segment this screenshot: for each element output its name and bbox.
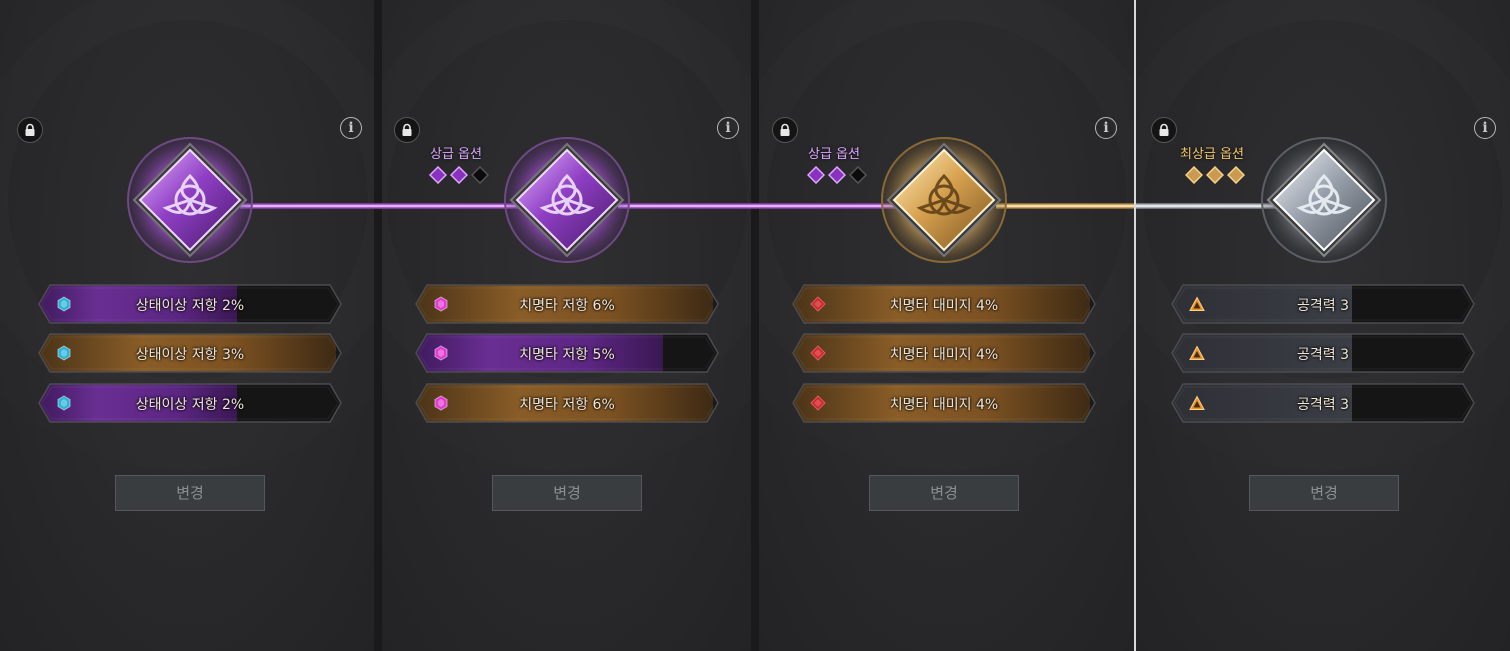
- stat-text: 치명타 저항 6%: [519, 298, 615, 314]
- change-button[interactable]: 변경: [869, 475, 1019, 511]
- lock-button[interactable]: [394, 117, 420, 143]
- stat-row[interactable]: 상태이상 저항 2%: [38, 383, 342, 423]
- grade-pip-filled: [1227, 166, 1245, 184]
- rune-emblem: [881, 137, 1007, 263]
- emblem-connector-silver: [1136, 200, 1276, 212]
- grade-pips: [807, 166, 867, 184]
- rune-emblem: [1261, 137, 1387, 263]
- stat-text: 치명타 저항 6%: [519, 397, 615, 413]
- emblem-connector-gold: [996, 200, 1134, 212]
- grade-label: 상급 옵션: [430, 147, 482, 162]
- panel-divider: [374, 0, 382, 651]
- grade-pip-filled: [450, 166, 468, 184]
- grade-pip-filled: [807, 166, 825, 184]
- grade-pip-filled: [828, 166, 846, 184]
- change-button[interactable]: 변경: [492, 475, 642, 511]
- option-panel-2: [382, 0, 752, 651]
- stat-row[interactable]: 상태이상 저항 2%: [38, 284, 342, 324]
- stat-text: 치명타 저항 5%: [519, 347, 615, 363]
- stat-text: 치명타 대미지 4%: [889, 298, 999, 314]
- info-button[interactable]: i: [1474, 117, 1496, 139]
- stat-row[interactable]: 치명타 대미지 4%: [792, 383, 1096, 423]
- grade-pip-filled: [1185, 166, 1203, 184]
- change-button[interactable]: 변경: [1249, 475, 1399, 511]
- lock-icon: [402, 123, 412, 136]
- grade-label: 상급 옵션: [808, 147, 860, 162]
- stat-text: 공격력 3: [1297, 347, 1349, 363]
- stat-row[interactable]: 공격력 3: [1171, 284, 1475, 324]
- grade-pips: [429, 166, 489, 184]
- stat-row[interactable]: 공격력 3: [1171, 383, 1475, 423]
- stat-row[interactable]: 치명타 대미지 4%: [792, 284, 1096, 324]
- grade-pip-filled: [1206, 166, 1224, 184]
- stat-row[interactable]: 상태이상 저항 3%: [38, 333, 342, 373]
- info-icon: i: [725, 120, 731, 136]
- grade-pip-empty: [849, 166, 867, 184]
- stat-row[interactable]: 치명타 저항 6%: [415, 284, 719, 324]
- info-icon: i: [1482, 120, 1488, 136]
- grade-pip-filled: [429, 166, 447, 184]
- stat-row[interactable]: 치명타 저항 5%: [415, 333, 719, 373]
- option-panel-3: [759, 0, 1134, 651]
- stat-text: 상태이상 저항 2%: [135, 298, 245, 314]
- stat-text: 상태이상 저항 3%: [135, 347, 245, 363]
- stat-text: 공격력 3: [1297, 298, 1349, 314]
- stat-row[interactable]: 공격력 3: [1171, 333, 1475, 373]
- grade-label: 최상급 옵션: [1180, 147, 1244, 162]
- lock-icon: [780, 123, 790, 136]
- info-button[interactable]: i: [1095, 117, 1117, 139]
- panel-divider: [751, 0, 759, 651]
- stat-row[interactable]: 치명타 대미지 4%: [792, 333, 1096, 373]
- info-button[interactable]: i: [340, 117, 362, 139]
- stat-text: 공격력 3: [1297, 397, 1349, 413]
- option-panel-1: [0, 0, 376, 651]
- stat-row[interactable]: 치명타 저항 6%: [415, 383, 719, 423]
- info-button[interactable]: i: [717, 117, 739, 139]
- grade-pips: [1185, 166, 1245, 184]
- lock-button[interactable]: [1151, 117, 1177, 143]
- grade-pip-empty: [471, 166, 489, 184]
- lock-icon: [1159, 123, 1169, 136]
- emblem-connector-purple: [618, 200, 898, 212]
- rune-emblem: [127, 137, 253, 263]
- stat-text: 상태이상 저항 2%: [135, 397, 245, 413]
- lock-button[interactable]: [17, 117, 43, 143]
- option-panel-4: [1136, 0, 1510, 651]
- lock-icon: [25, 123, 35, 136]
- lock-button[interactable]: [772, 117, 798, 143]
- info-icon: i: [348, 120, 354, 136]
- emblem-connector-purple: [240, 200, 520, 212]
- stat-text: 치명타 대미지 4%: [889, 347, 999, 363]
- stat-text: 치명타 대미지 4%: [889, 397, 999, 413]
- rune-emblem: [504, 137, 630, 263]
- info-icon: i: [1103, 120, 1109, 136]
- change-button[interactable]: 변경: [115, 475, 265, 511]
